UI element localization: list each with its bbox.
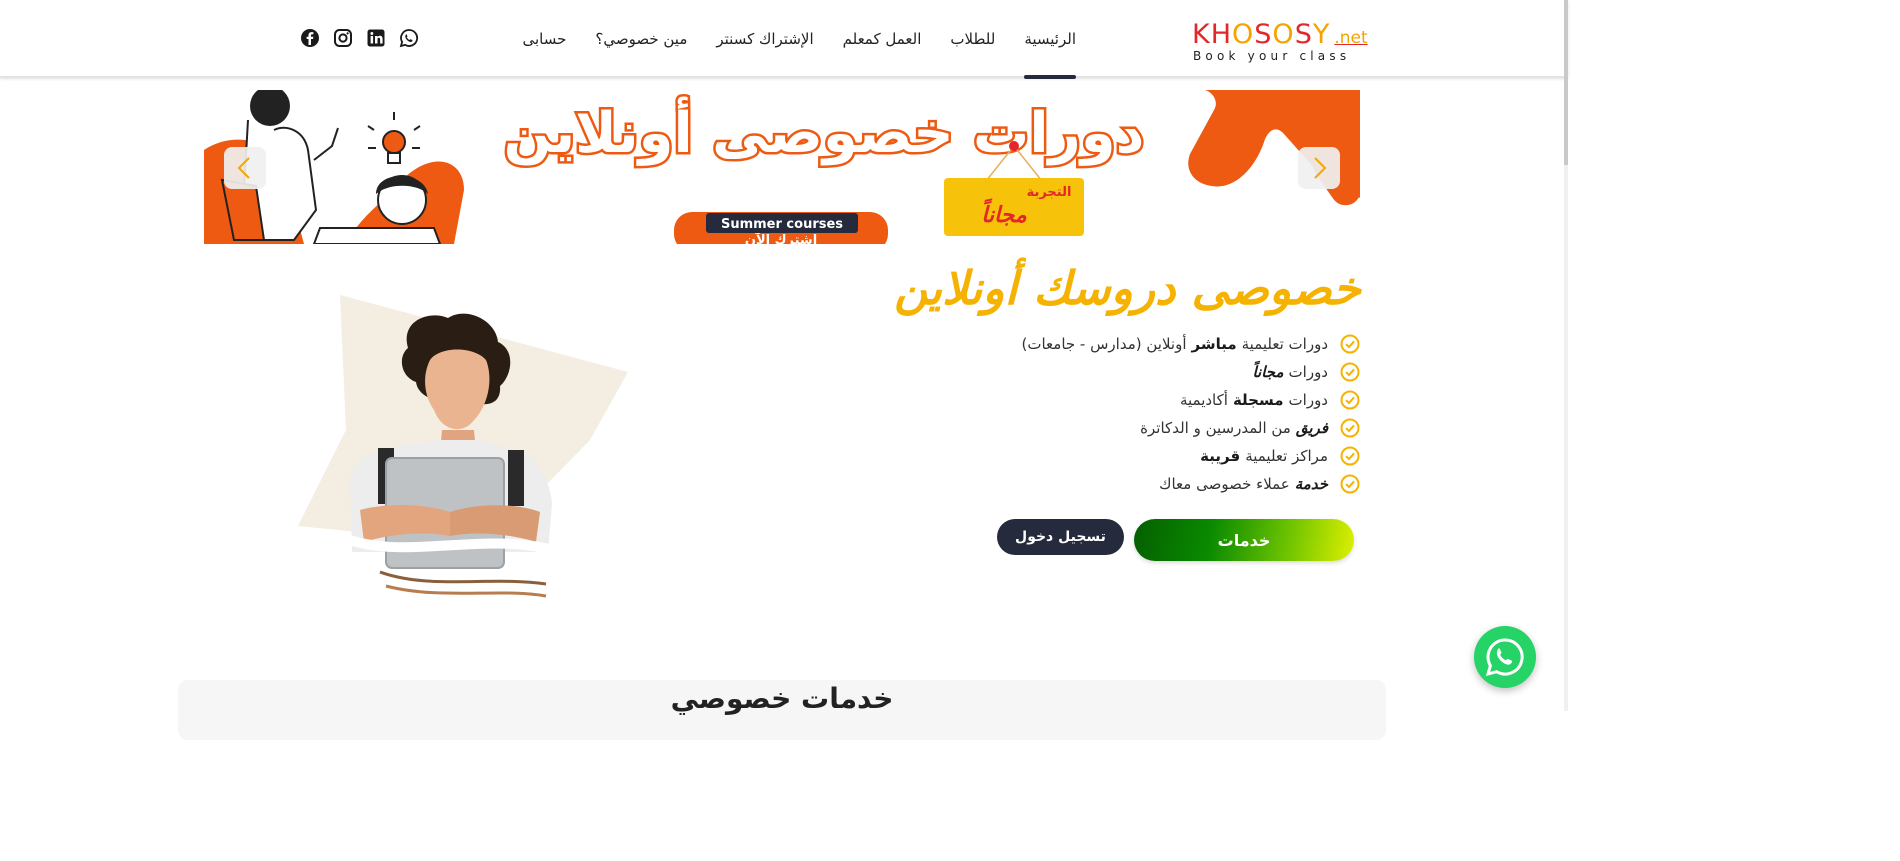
check-circle-icon: [1340, 362, 1360, 382]
login-button[interactable]: تسجيل دخول: [997, 519, 1124, 555]
site-header: KHOSOSY .net Book your class الرئيسية للط…: [0, 0, 1568, 79]
feature-emphasis: مسجلة: [1232, 391, 1284, 409]
whatsapp-chat-button[interactable]: [1474, 626, 1536, 688]
student-illustration: [290, 290, 630, 610]
badge-big-text: مجاناً: [981, 198, 1027, 228]
list-item: خدمة عملاء خصوصى معاك: [1022, 470, 1361, 498]
scrollbar-thumb[interactable]: [1564, 0, 1568, 165]
nav-account[interactable]: حسابى: [522, 26, 566, 56]
feature-list: دورات تعليمية مباشر أونلاين (مدارس - جامعا…: [1022, 330, 1361, 498]
nav-about[interactable]: مين خصوصي؟: [595, 26, 687, 56]
nav-home[interactable]: الرئيسية: [1024, 26, 1076, 79]
feature-text: دورات تعليمية: [1241, 335, 1328, 353]
feature-text: أونلاين (مدارس - جامعات): [1021, 335, 1187, 353]
chevron-right-icon: [1314, 157, 1327, 179]
summer-courses-label: Summer courses: [721, 217, 843, 232]
list-item: دورات تعليمية مباشر أونلاين (مدارس - جامعا…: [1022, 330, 1361, 358]
check-circle-icon: [1340, 334, 1360, 354]
list-item: مراكز تعليمية قريبة: [1022, 442, 1361, 470]
feature-text: أكاديمية: [1179, 391, 1228, 409]
list-item: فريق من المدرسين و الدكاترة: [1022, 414, 1361, 442]
chevron-left-icon: [237, 157, 250, 179]
banner-headline: دورات خصوصى أونلاين: [504, 96, 1145, 166]
check-circle-icon: [1340, 474, 1360, 494]
check-circle-icon: [1340, 390, 1360, 410]
carousel-next-button[interactable]: [1298, 147, 1340, 189]
feature-text: عملاء خصوصى معاك: [1159, 475, 1290, 493]
nav-teach[interactable]: العمل كمعلم: [843, 26, 922, 56]
linkedin-icon[interactable]: [366, 28, 386, 48]
feature-text: دورات: [1288, 391, 1328, 409]
list-item: دورات مسجلة أكاديمية: [1022, 386, 1361, 414]
services-section: خدمات خصوصي: [178, 680, 1386, 740]
feature-text: مراكز تعليمية: [1245, 447, 1328, 465]
feature-emphasis: فريق: [1295, 419, 1328, 437]
check-circle-icon: [1340, 418, 1360, 438]
check-circle-icon: [1340, 446, 1360, 466]
services-section-title: خدمات خصوصي: [670, 682, 894, 715]
page-scrollbar[interactable]: [1564, 0, 1568, 711]
logo-tagline: Book your class: [1193, 49, 1351, 63]
badge-small-text: التجربة: [1027, 185, 1072, 200]
nav-students[interactable]: للطلاب: [950, 26, 995, 56]
main-nav: الرئيسية للطلاب العمل كمعلم الإشتراك كسن…: [522, 26, 1076, 79]
services-button[interactable]: خدمات: [1134, 519, 1354, 561]
facebook-icon[interactable]: [300, 28, 320, 48]
whatsapp-icon: [1485, 638, 1524, 677]
hero-title: خصوصى دروسك أونلاين: [894, 261, 1361, 315]
pill-subtext: اشترك الآن: [745, 232, 817, 244]
list-item: دورات مجاناً: [1022, 358, 1361, 386]
social-links: [300, 28, 419, 48]
logo-net: .net: [1334, 28, 1368, 48]
feature-emphasis: قريبة: [1200, 447, 1241, 465]
site-logo[interactable]: KHOSOSY .net Book your class: [1192, 20, 1376, 64]
feature-emphasis: مباشر: [1191, 335, 1237, 353]
feature-text: من المدرسين و الدكاترة: [1140, 419, 1291, 437]
promo-banner[interactable]: دورات خصوصى أونلاين التجربة مجاناً اشترك…: [204, 90, 1360, 244]
feature-emphasis: مجاناً: [1252, 363, 1284, 381]
feature-emphasis: خدمة: [1294, 475, 1328, 493]
carousel-prev-button[interactable]: [224, 147, 266, 189]
feature-text: دورات: [1288, 363, 1328, 381]
banner-artwork: دورات خصوصى أونلاين التجربة مجاناً اشترك…: [204, 90, 1360, 244]
instagram-icon[interactable]: [333, 28, 353, 48]
whatsapp-icon[interactable]: [399, 28, 419, 48]
nav-center[interactable]: الإشتراك كسنتر: [716, 26, 813, 56]
